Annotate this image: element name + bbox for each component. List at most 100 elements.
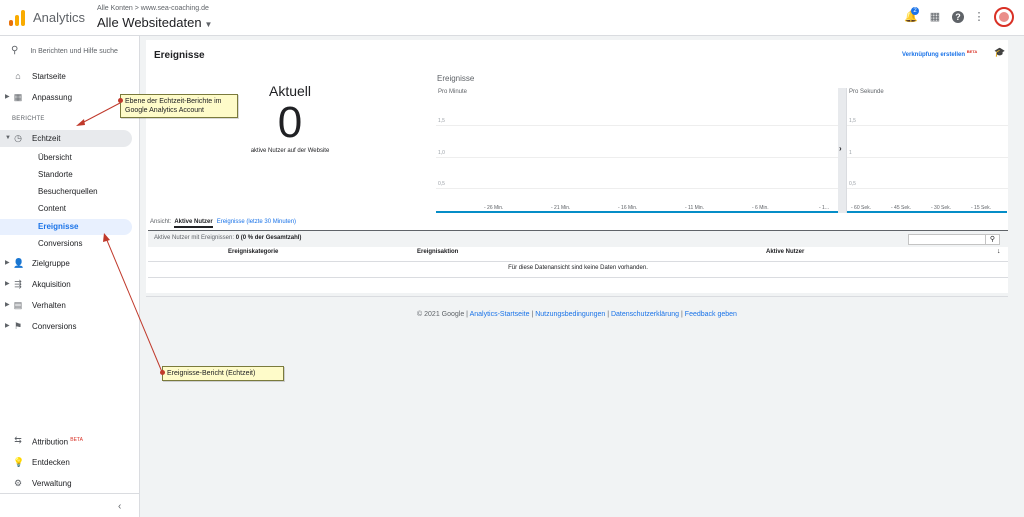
footer-link-startseite[interactable]: Analytics-Startseite <box>470 311 530 318</box>
home-icon: ⌂ <box>15 71 21 81</box>
graduation-cap-icon[interactable]: 🎓 <box>994 47 1005 58</box>
table-info-value: 0 (0 % der Gesamtzahl) <box>235 235 302 241</box>
sidebar-subitem-standorte[interactable]: Standorte <box>0 167 132 183</box>
view-selector: Ansicht: Aktive Nutzer Ereignisse (letzte … <box>150 219 296 228</box>
clock-icon: ◷ <box>14 133 22 143</box>
behavior-icon: ▤ <box>13 300 23 310</box>
dashboard-icon: ▦ <box>13 92 23 102</box>
sidebar-item-label: Startseite <box>32 72 66 81</box>
help-icon[interactable]: ? <box>951 10 965 24</box>
flag-icon: ⚑ <box>13 321 23 331</box>
sidebar-item-echtzeit[interactable]: ▼ ◷ Echtzeit <box>0 130 132 147</box>
view-label: Ansicht: <box>150 219 172 225</box>
per-minute-label: Pro Minute <box>438 89 468 95</box>
current-sub-label: aktive Nutzer auf der Website <box>250 148 330 154</box>
view-active-users-tab[interactable]: Aktive Nutzer <box>174 219 213 228</box>
chart-title: Ereignisse <box>437 74 475 83</box>
chart-separator[interactable]: › <box>838 88 846 213</box>
sidebar-item-label: Verhalten <box>32 301 66 310</box>
callout-text: Ereignisse-Bericht (Echtzeit) <box>167 370 256 377</box>
column-header-event-action[interactable]: Ereignisaktion <box>417 249 458 255</box>
chart-series-line <box>847 211 1007 213</box>
sidebar-divider <box>0 493 140 494</box>
column-header-active-users[interactable]: Aktive Nutzer <box>766 249 804 255</box>
sidebar-item-zielgruppe[interactable]: ▶ 👤 Zielgruppe <box>0 255 132 272</box>
annotation-callout-realtime: Ebene der Echtzeit-Berichte im Google An… <box>118 94 238 118</box>
search-icon[interactable]: ⚲ <box>985 235 999 244</box>
sidebar-subitem-label: Conversions <box>38 239 83 248</box>
column-header-event-category[interactable]: Ereigniskategorie <box>228 249 278 255</box>
table-info: Aktive Nutzer mit Ereignissen: 0 (0 % de… <box>154 235 301 241</box>
table-divider <box>148 277 1008 278</box>
app-name: Analytics <box>33 10 86 25</box>
sidebar-subitem-content[interactable]: Content <box>0 201 132 217</box>
copyright-text: © 2021 Google | <box>417 311 468 318</box>
expand-arrow-icon: ▶ <box>5 302 10 308</box>
page-title: Ereignisse <box>154 50 205 61</box>
current-label: Aktuell <box>268 83 312 99</box>
view-events-link[interactable]: Ereignisse (letzte 30 Minuten) <box>217 219 296 225</box>
sidebar-item-attribution[interactable]: ⇆ Attribution BETA <box>0 432 132 449</box>
sidebar-item-verhalten[interactable]: ▶ ▤ Verhalten <box>0 297 132 314</box>
footer-link-privacy[interactable]: Datenschutzerklärung <box>611 311 679 318</box>
chart-y-tick-label: 1,5 <box>849 118 856 124</box>
avatar[interactable] <box>994 7 1014 27</box>
sidebar-item-anpassung[interactable]: ▶ ▦ Anpassung <box>0 89 132 106</box>
more-vert-icon[interactable]: ⋮ <box>972 10 986 24</box>
footer-divider <box>146 296 1008 297</box>
create-shortcut-label: Verknüpfung erstellen <box>902 52 966 58</box>
sidebar-item-label: Entdecken <box>32 458 70 467</box>
sidebar-subitem-label: Besucherquellen <box>38 187 98 196</box>
chart-gridline <box>436 188 838 189</box>
sidebar-subitem-label: Übersicht <box>38 153 72 162</box>
chart-gridline <box>847 188 1008 189</box>
expand-arrow-icon: ▶ <box>5 323 10 329</box>
attribution-icon: ⇆ <box>14 435 22 445</box>
property-selector[interactable]: Alle Websitedaten ▼ <box>97 15 212 30</box>
callout-dot <box>118 98 123 103</box>
expand-arrow-icon: ▶ <box>5 260 10 266</box>
table-search-input[interactable]: ⚲ <box>908 234 1000 245</box>
sidebar-item-label: Anpassung <box>32 93 73 102</box>
sidebar-subitem-conversions[interactable]: Conversions <box>0 236 132 252</box>
collapse-sidebar-icon[interactable]: ‹ <box>118 501 121 512</box>
footer-link-feedback[interactable]: Feedback geben <box>685 311 737 318</box>
sidebar: ⚲ In Berichten und Hilfe suche ⌂ Startsei… <box>0 36 140 517</box>
sidebar-subitem-besucherquellen[interactable]: Besucherquellen <box>0 184 132 200</box>
sidebar-item-label: Verwaltung <box>32 479 72 488</box>
sidebar-item-startseite[interactable]: ⌂ Startseite <box>0 68 132 85</box>
chart-gridline <box>436 125 838 126</box>
sidebar-item-entdecken[interactable]: 💡 Entdecken <box>0 454 132 471</box>
search-input[interactable]: In Berichten und Hilfe suche <box>30 48 118 55</box>
sidebar-item-akquisition[interactable]: ▶ ⇶ Akquisition <box>0 276 132 293</box>
callout-text: Ebene der Echtzeit-Berichte im Google An… <box>125 98 222 114</box>
chart-per-second: Pro Sekunde 1,5 1 0,5- 60 Sek. - 45 Sek. - 3… <box>846 88 1008 213</box>
sidebar-item-label: Attribution BETA <box>32 432 83 451</box>
beta-badge: BETA <box>966 49 978 54</box>
sidebar-item-verwaltung[interactable]: ⚙ Verwaltung <box>0 475 132 492</box>
create-shortcut-link[interactable]: Verknüpfung erstellen BETA <box>902 49 977 58</box>
sort-down-icon[interactable]: ↓ <box>997 248 1001 255</box>
annotation-callout-events: Ereignisse-Bericht (Echtzeit) <box>160 366 284 381</box>
caret-down-icon: ▼ <box>204 20 213 29</box>
property-label: Alle Websitedaten <box>97 15 202 30</box>
sidebar-subitem-uebersicht[interactable]: Übersicht <box>0 150 132 166</box>
breadcrumb[interactable]: Alle Konten > www.sea-coaching.de <box>97 5 209 12</box>
gear-icon: ⚙ <box>13 478 23 488</box>
sidebar-subitem-ereignisse[interactable]: Ereignisse <box>0 219 132 235</box>
footer-link-terms[interactable]: Nutzungsbedingungen <box>535 311 605 318</box>
chart-per-minute: Pro Minute 1,5 1,0 0,5- 26 Min. - 21 Min. - … <box>436 88 838 213</box>
expand-arrow-icon: ▶ <box>5 281 10 287</box>
report-panel: Ereignisse Verknüpfung erstellen BETA 🎓 … <box>146 40 1008 293</box>
chart-y-tick-label: 1,5 <box>438 118 445 124</box>
chevron-right-icon: › <box>839 144 842 153</box>
chart-series-line <box>436 211 838 213</box>
apps-grid-icon[interactable]: ▦ <box>928 10 942 24</box>
table-toolbar: Aktive Nutzer mit Ereignissen: 0 (0 % de… <box>148 230 1008 247</box>
sidebar-subitem-label: Ereignisse <box>38 222 79 231</box>
chart-y-tick-label: 0,5 <box>438 181 445 187</box>
chart-y-tick-label: 0,5 <box>849 181 856 187</box>
sidebar-search[interactable]: ⚲ In Berichten und Hilfe suche <box>11 45 118 56</box>
sidebar-item-conversions[interactable]: ▶ ⚑ Conversions <box>0 318 132 335</box>
analytics-logo-icon[interactable] <box>9 10 25 26</box>
